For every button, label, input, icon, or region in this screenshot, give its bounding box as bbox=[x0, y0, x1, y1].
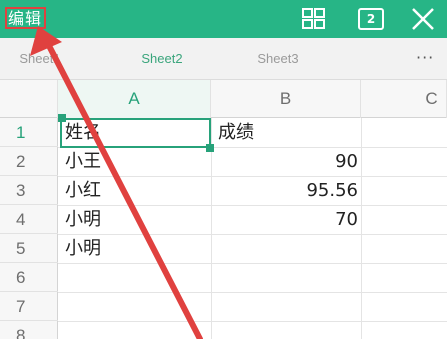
cell-b3[interactable]: 95.56 bbox=[211, 176, 361, 205]
gridline bbox=[58, 263, 447, 264]
row-header-6[interactable]: 6 bbox=[0, 263, 58, 292]
selection-handle-top-left[interactable] bbox=[58, 114, 66, 122]
corner-cell[interactable] bbox=[0, 80, 58, 118]
row-header-1[interactable]: 1 bbox=[0, 118, 58, 147]
column-header-row: A B C bbox=[0, 80, 447, 118]
cell-a2[interactable]: 小王 bbox=[58, 147, 211, 176]
row-header-2[interactable]: 2 bbox=[0, 147, 58, 176]
grid-view-icon[interactable] bbox=[301, 7, 327, 31]
gridline bbox=[361, 118, 362, 339]
row-header-7[interactable]: 7 bbox=[0, 292, 58, 321]
cell-a5[interactable]: 小明 bbox=[58, 234, 211, 263]
row-header-3[interactable]: 3 bbox=[0, 176, 58, 205]
tab-sheet3[interactable]: Sheet3 bbox=[246, 38, 310, 80]
gridline bbox=[58, 321, 447, 322]
gridline bbox=[58, 292, 447, 293]
tab-sheet1[interactable]: Sheet1 bbox=[8, 38, 72, 80]
row-header-column: 1 2 3 4 5 6 7 8 bbox=[0, 118, 58, 339]
cell-a4[interactable]: 小明 bbox=[58, 205, 211, 234]
tab-sheet2[interactable]: Sheet2 bbox=[130, 38, 194, 80]
cell-b1[interactable]: 成绩 bbox=[211, 118, 361, 147]
column-header-b[interactable]: B bbox=[211, 80, 361, 118]
cell-b2[interactable]: 90 bbox=[211, 147, 361, 176]
row-header-8[interactable]: 8 bbox=[0, 321, 58, 339]
more-icon[interactable]: ··· bbox=[416, 38, 434, 78]
page-count-button[interactable]: 2 bbox=[358, 8, 384, 30]
cell-b4[interactable]: 70 bbox=[211, 205, 361, 234]
selection-handle-bottom-right[interactable] bbox=[206, 144, 214, 152]
column-header-a[interactable]: A bbox=[58, 80, 211, 118]
row-header-5[interactable]: 5 bbox=[0, 234, 58, 263]
annotation-highlight-box bbox=[5, 7, 46, 29]
row-header-4[interactable]: 4 bbox=[0, 205, 58, 234]
cell-selection bbox=[60, 118, 211, 148]
sheet-tab-bar: Sheet1 Sheet2 Sheet3 ··· bbox=[0, 38, 447, 80]
top-toolbar: 编辑 2 bbox=[0, 0, 447, 38]
close-icon[interactable] bbox=[410, 7, 436, 31]
spreadsheet-grid[interactable]: A B C 1 2 3 4 5 6 7 8 姓名 成绩 小王 90 小红 95.… bbox=[0, 80, 447, 339]
cell-a3[interactable]: 小红 bbox=[58, 176, 211, 205]
column-header-c[interactable]: C bbox=[361, 80, 447, 118]
